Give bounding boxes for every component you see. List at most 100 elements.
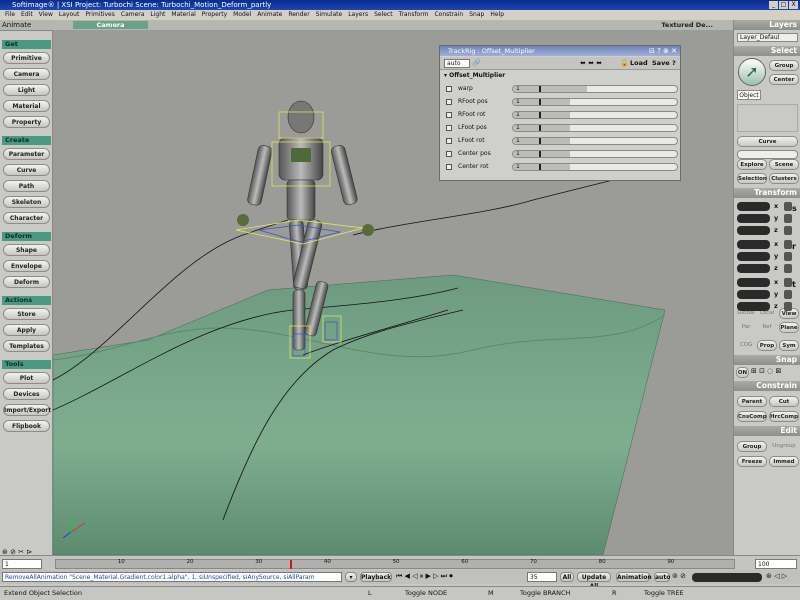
transform-value-field[interactable] bbox=[737, 302, 770, 311]
curve-button[interactable]: Curve bbox=[3, 164, 50, 176]
close-button[interactable]: X bbox=[789, 1, 798, 9]
menu-model[interactable]: Model bbox=[230, 10, 254, 20]
primitive-button[interactable]: Primitive bbox=[3, 52, 50, 64]
all-button[interactable]: All bbox=[560, 572, 574, 582]
selection-button[interactable]: Selection bbox=[737, 173, 767, 184]
clusters-button[interactable]: Clusters bbox=[769, 173, 799, 184]
cnscomp-button[interactable]: CnsComp bbox=[737, 411, 767, 422]
keyframe-icons[interactable]: ⬌ ⬌ ⬌ bbox=[580, 59, 602, 67]
menu-file[interactable]: File bbox=[2, 10, 18, 20]
snap-icons[interactable]: ⊞ ⊡ ◌ ⊠ bbox=[751, 367, 781, 375]
keyframe-toggle[interactable] bbox=[784, 252, 792, 261]
axis-label[interactable]: x bbox=[774, 202, 782, 211]
playback-button[interactable]: Playback bbox=[360, 572, 392, 582]
param-animate-checkbox[interactable] bbox=[446, 112, 452, 118]
transform-mode-s[interactable]: s bbox=[792, 204, 800, 216]
import-export-button[interactable]: Import/Export bbox=[3, 404, 51, 416]
transform-value-field[interactable] bbox=[737, 226, 770, 235]
current-frame-field[interactable]: 35 bbox=[527, 572, 557, 582]
axis-label[interactable]: y bbox=[774, 290, 782, 299]
param-group-header[interactable]: ▾ Offset_Multiplier bbox=[444, 72, 505, 79]
menu-animate[interactable]: Animate bbox=[254, 10, 285, 20]
camera-button[interactable]: Camera bbox=[3, 68, 50, 80]
scene-button[interactable]: Scene bbox=[769, 159, 799, 170]
key-nav-icons[interactable]: ⊛ ◁ ▷ bbox=[766, 572, 787, 580]
templates-button[interactable]: Templates bbox=[3, 340, 50, 352]
keyframe-toggle[interactable] bbox=[784, 202, 792, 211]
object-filter[interactable]: Object bbox=[737, 90, 761, 100]
edit-group-button[interactable]: Group bbox=[737, 441, 767, 452]
transform-value-field[interactable] bbox=[737, 264, 770, 273]
param-animate-checkbox[interactable] bbox=[446, 99, 452, 105]
animation-button[interactable]: Animation bbox=[616, 572, 652, 582]
shape-button[interactable]: Shape bbox=[3, 244, 50, 256]
immed-button[interactable]: Immed bbox=[769, 456, 799, 467]
menu-transform[interactable]: Transform bbox=[396, 10, 432, 20]
minimize-button[interactable]: _ bbox=[769, 1, 778, 9]
load-button[interactable]: Load bbox=[630, 59, 648, 67]
property-button[interactable]: Property bbox=[3, 116, 50, 128]
store-button[interactable]: Store bbox=[3, 308, 50, 320]
transform-value-field[interactable] bbox=[737, 278, 770, 287]
param-slider[interactable]: 1 bbox=[512, 98, 678, 106]
menu-help[interactable]: Help bbox=[487, 10, 507, 20]
light-button[interactable]: Light bbox=[3, 84, 50, 96]
timeline-track[interactable]: 10 20 30 40 50 60 70 80 90 bbox=[55, 559, 735, 569]
menu-property[interactable]: Property bbox=[199, 10, 230, 20]
maximize-button[interactable]: □ bbox=[779, 1, 788, 9]
param-slider[interactable]: 1 bbox=[512, 150, 678, 158]
playback-controls[interactable]: ⏮ ◀ ◁ ⏸ ▶ ▷ ⏭ ⏺ bbox=[396, 572, 453, 581]
timeline-playhead[interactable] bbox=[289, 560, 292, 569]
center-button[interactable]: Center bbox=[769, 74, 799, 85]
menu-view[interactable]: View bbox=[36, 10, 56, 20]
transform-value-field[interactable] bbox=[737, 240, 770, 249]
timeline-start-field[interactable]: 1 bbox=[2, 559, 42, 569]
axis-label[interactable]: y bbox=[774, 252, 782, 261]
flipbook-button[interactable]: Flipbook bbox=[3, 420, 50, 432]
auto-key-button[interactable]: auto bbox=[654, 572, 670, 582]
menu-render[interactable]: Render bbox=[285, 10, 312, 20]
param-animate-checkbox[interactable] bbox=[446, 138, 452, 144]
view-icons[interactable]: ⊛ ⊘ ✂ ⊳ bbox=[2, 548, 32, 556]
snap-on-button[interactable]: ON bbox=[736, 367, 749, 378]
axis-label[interactable]: z bbox=[774, 302, 782, 311]
keyframe-toggle[interactable] bbox=[784, 226, 792, 235]
envelope-button[interactable]: Envelope bbox=[3, 260, 50, 272]
timeline-end-field[interactable]: 100 bbox=[755, 559, 797, 569]
key-icons[interactable]: ⊚ ⊘ bbox=[672, 572, 686, 580]
keyframe-toggle[interactable] bbox=[784, 290, 792, 299]
prop-toggle[interactable]: Prop bbox=[757, 340, 777, 351]
menu-simulate[interactable]: Simulate bbox=[313, 10, 346, 20]
menu-layers[interactable]: Layers bbox=[345, 10, 371, 20]
skeleton-button[interactable]: Skeleton bbox=[3, 196, 50, 208]
param-animate-checkbox[interactable] bbox=[446, 86, 452, 92]
param-slider[interactable]: 1 bbox=[512, 124, 678, 132]
transform-value-field[interactable] bbox=[737, 202, 770, 211]
name-field[interactable] bbox=[737, 150, 798, 159]
script-command-line[interactable]: RemoveAllAnimation "Scene_Material.Gradi… bbox=[2, 572, 342, 582]
transform-value-field[interactable] bbox=[737, 252, 770, 261]
axis-label[interactable]: z bbox=[774, 226, 782, 235]
save-button[interactable]: Save bbox=[652, 59, 670, 67]
history-dropdown[interactable]: ▾ bbox=[345, 572, 357, 582]
menu-snap[interactable]: Snap bbox=[466, 10, 487, 20]
path-button[interactable]: Path bbox=[3, 180, 50, 192]
deform-button[interactable]: Deform bbox=[3, 276, 50, 288]
plane-toggle[interactable]: Plane bbox=[779, 322, 799, 333]
param-animate-checkbox[interactable] bbox=[446, 125, 452, 131]
transform-value-field[interactable] bbox=[737, 214, 770, 223]
value-slider[interactable] bbox=[692, 573, 762, 582]
sym-toggle[interactable]: Sym bbox=[779, 340, 799, 351]
menu-select[interactable]: Select bbox=[371, 10, 396, 20]
keyframe-toggle[interactable] bbox=[784, 264, 792, 273]
axis-label[interactable]: y bbox=[774, 214, 782, 223]
menu-layout[interactable]: Layout bbox=[56, 10, 82, 20]
param-animate-checkbox[interactable] bbox=[446, 151, 452, 157]
group-select-button[interactable]: Group bbox=[769, 60, 799, 71]
ungroup-button[interactable]: Ungroup bbox=[769, 441, 799, 451]
keyframe-toggle[interactable] bbox=[784, 214, 792, 223]
menu-edit[interactable]: Edit bbox=[18, 10, 36, 20]
viewport-camera-selector[interactable]: Camera bbox=[73, 21, 148, 29]
plot-button[interactable]: Plot bbox=[3, 372, 50, 384]
keyframe-toggle[interactable] bbox=[784, 278, 792, 287]
